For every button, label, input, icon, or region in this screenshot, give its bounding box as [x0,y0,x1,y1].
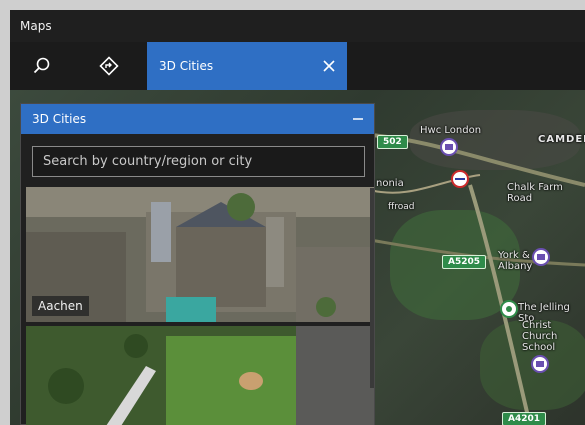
panel-header: 3D Cities [21,104,374,134]
city-tile-label: Aachen [32,296,89,316]
road-label: 502 [377,135,408,149]
map-label: Chalk Farm Road [507,182,563,204]
city-search-input[interactable] [32,146,365,177]
tab-3d-cities[interactable]: 3D Cities [147,42,347,90]
city-thumbnail [26,326,374,425]
road-label: A4201 [502,412,547,425]
map-label: Christ Church School [522,320,558,353]
panel-scrollbar[interactable] [370,188,374,388]
minimize-button[interactable] [346,107,370,131]
school-icon[interactable] [531,355,549,373]
close-icon [323,60,335,72]
minimize-icon [353,118,363,120]
road-label: A5205 [442,255,487,269]
maps-window: Maps 3D Cities 502 A5205 A4201 Hwc Londo… [10,10,585,425]
map-label: Hwc London [420,125,482,136]
3d-cities-panel: 3D Cities Aa [20,103,375,425]
directions-button[interactable] [85,42,133,90]
poi-marker[interactable] [440,138,458,156]
map-label: CAMDEN [538,134,585,145]
city-tile[interactable] [26,326,374,425]
close-tab-button[interactable] [317,54,341,78]
search-icon [33,57,50,74]
map-label: ffroad [388,202,415,212]
city-tile-aachen[interactable]: Aachen [26,187,374,322]
app-title: Maps [20,19,52,33]
underground-station-icon[interactable] [451,170,469,188]
poi-marker[interactable] [532,248,550,266]
search-button[interactable] [18,42,66,90]
title-bar: Maps [10,10,585,42]
map-label: nonia [376,178,404,189]
park-icon[interactable] [500,300,518,318]
toolbar: 3D Cities [10,42,585,90]
panel-title: 3D Cities [32,112,87,126]
tab-label: 3D Cities [159,59,214,73]
directions-icon [99,56,119,76]
